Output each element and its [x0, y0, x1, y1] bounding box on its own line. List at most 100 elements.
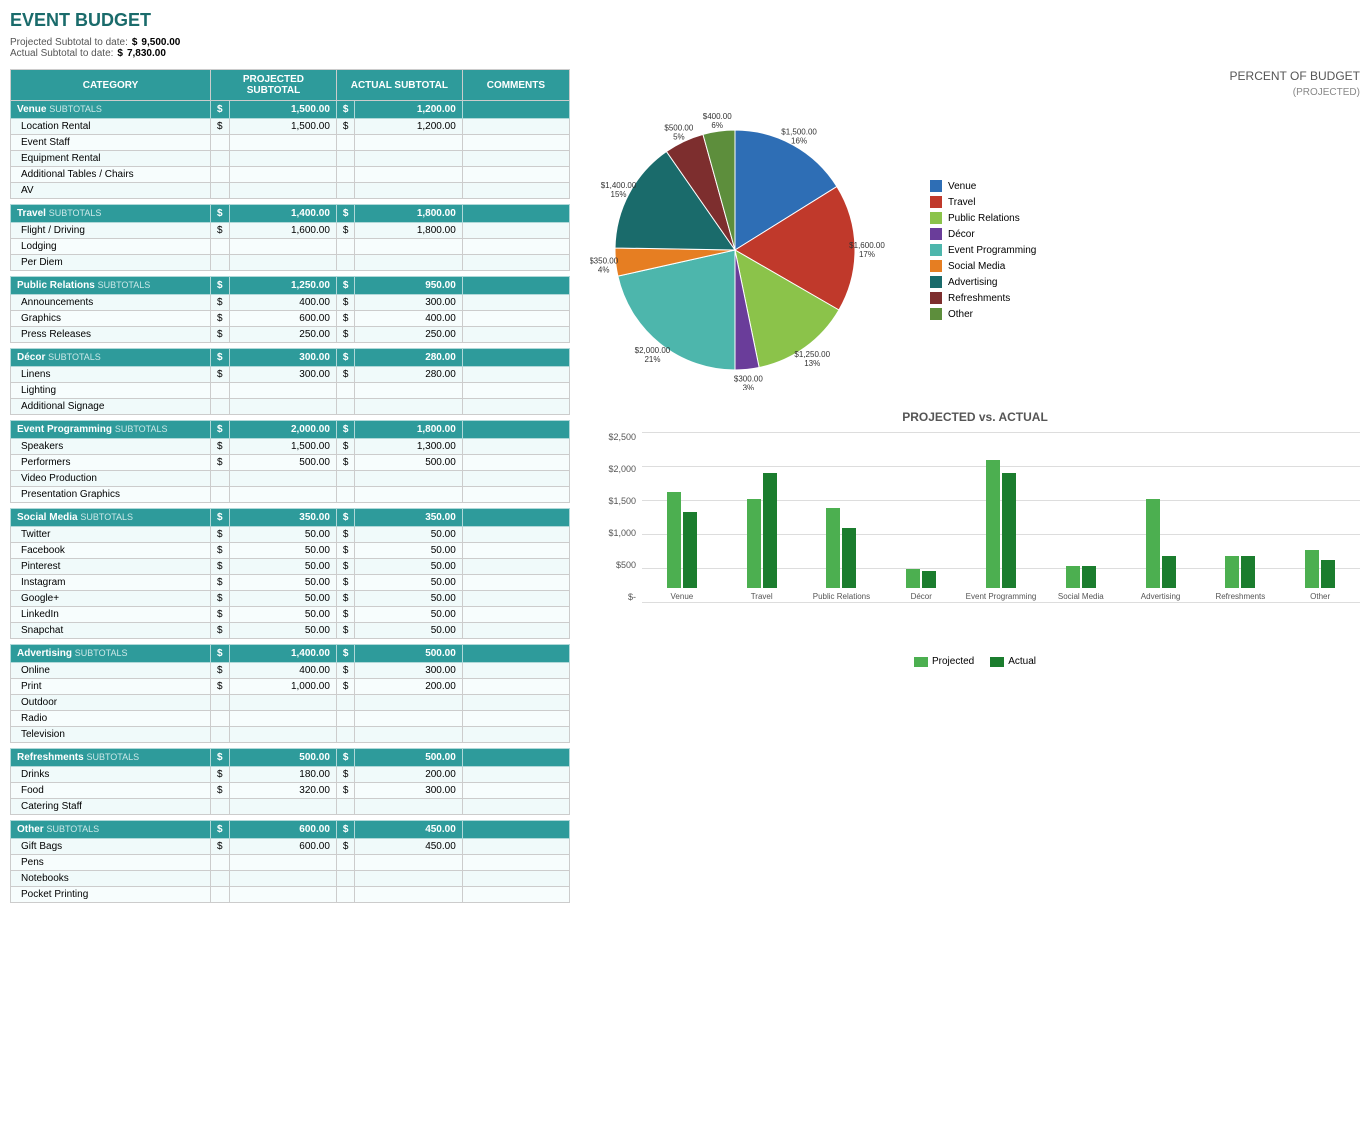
projected-bar	[906, 569, 920, 588]
item-act-dollar	[336, 887, 355, 903]
item-act-dollar: $	[336, 543, 355, 559]
item-proj-val: 1,000.00	[229, 679, 336, 695]
item-proj-val: 50.00	[229, 575, 336, 591]
projected-bar	[1146, 499, 1160, 589]
projected-dollar: $	[132, 37, 138, 48]
item-act-dollar: $	[336, 327, 355, 343]
item-act-dollar: $	[336, 223, 355, 239]
item-comments	[462, 239, 569, 255]
pie-label: $2,000.0021%	[635, 346, 671, 364]
item-act-val: 50.00	[355, 543, 462, 559]
bar-group-label: Advertising	[1121, 592, 1201, 602]
item-comments	[462, 455, 569, 471]
item-act-val	[355, 799, 462, 815]
item-name: Pinterest	[11, 559, 211, 575]
bar-group-label: Refreshments	[1200, 592, 1280, 602]
bar-group: Travel	[722, 432, 802, 602]
item-comments	[462, 887, 569, 903]
item-proj-dollar: $	[211, 527, 230, 543]
item-act-val	[355, 471, 462, 487]
item-act-dollar	[336, 871, 355, 887]
projected-legend-item: Projected	[914, 656, 974, 667]
item-comments	[462, 295, 569, 311]
item-proj-dollar: $	[211, 455, 230, 471]
bar-group: Décor	[881, 432, 961, 602]
item-proj-val: 400.00	[229, 663, 336, 679]
bar-chart-title: PROJECTED vs. ACTUAL	[590, 410, 1360, 424]
main-layout: CATEGORY PROJECTED SUBTOTAL ACTUAL SUBTO…	[10, 69, 1360, 909]
item-proj-dollar: $	[211, 839, 230, 855]
actual-bar	[842, 528, 856, 589]
category-header: CATEGORY	[11, 70, 211, 101]
item-name: Pens	[11, 855, 211, 871]
item-proj-dollar: $	[211, 575, 230, 591]
item-name: Additional Signage	[11, 399, 211, 415]
section-proj-dollar: $	[211, 821, 230, 839]
actual-bar	[1002, 473, 1016, 588]
item-proj-val	[229, 871, 336, 887]
item-proj-dollar: $	[211, 679, 230, 695]
item-comments	[462, 727, 569, 743]
section-comments	[462, 749, 569, 767]
bar-chart-section: PROJECTED vs. ACTUAL $2,500$2,000$1,500$…	[590, 410, 1360, 667]
legend-label: Décor	[948, 229, 975, 240]
item-comments	[462, 439, 569, 455]
section-act-val: 280.00	[355, 349, 462, 367]
pie-label: $350.004%	[590, 256, 619, 274]
item-act-val: 50.00	[355, 607, 462, 623]
item-proj-dollar	[211, 383, 230, 399]
item-act-val	[355, 887, 462, 903]
legend-item: Event Programming	[930, 244, 1036, 256]
item-name: AV	[11, 183, 211, 199]
y-axis-label: $1,000	[608, 528, 636, 538]
legend-label: Public Relations	[948, 213, 1020, 224]
bar-group: Social Media	[1041, 432, 1121, 602]
item-proj-val: 50.00	[229, 607, 336, 623]
item-proj-dollar	[211, 255, 230, 271]
section-proj-dollar: $	[211, 509, 230, 527]
item-act-val	[355, 711, 462, 727]
item-proj-dollar: $	[211, 607, 230, 623]
section-comments	[462, 509, 569, 527]
summary-section: Projected Subtotal to date: $ 9,500.00 A…	[10, 37, 1360, 59]
item-proj-dollar: $	[211, 439, 230, 455]
item-proj-dollar	[211, 887, 230, 903]
item-proj-dollar	[211, 239, 230, 255]
item-name: Presentation Graphics	[11, 487, 211, 503]
item-proj-val: 50.00	[229, 559, 336, 575]
item-act-val	[355, 151, 462, 167]
item-proj-dollar: $	[211, 295, 230, 311]
page-title: EVENT BUDGET	[10, 10, 1360, 31]
item-act-dollar: $	[336, 455, 355, 471]
item-name: Snapchat	[11, 623, 211, 639]
item-comments	[462, 135, 569, 151]
section-comments	[462, 349, 569, 367]
section-act-val: 950.00	[355, 277, 462, 295]
item-proj-val	[229, 255, 336, 271]
item-name: Lighting	[11, 383, 211, 399]
bar-group-label: Social Media	[1041, 592, 1121, 602]
item-name: Graphics	[11, 311, 211, 327]
item-name: Notebooks	[11, 871, 211, 887]
item-comments	[462, 607, 569, 623]
item-act-dollar	[336, 855, 355, 871]
y-axis-label: $1,500	[608, 496, 636, 506]
section-name: Other SUBTOTALS	[11, 821, 211, 839]
actual-bar	[1241, 556, 1255, 588]
legend-label: Other	[948, 309, 973, 320]
item-proj-val: 320.00	[229, 783, 336, 799]
item-name: Equipment Rental	[11, 151, 211, 167]
item-proj-val: 50.00	[229, 591, 336, 607]
legend-item: Public Relations	[930, 212, 1036, 224]
item-name: Announcements	[11, 295, 211, 311]
section-act-dollar: $	[336, 421, 355, 439]
item-act-val: 50.00	[355, 575, 462, 591]
item-name: Twitter	[11, 527, 211, 543]
legend-item: Décor	[930, 228, 1036, 240]
item-name: Press Releases	[11, 327, 211, 343]
item-act-dollar	[336, 695, 355, 711]
actual-bar	[1082, 566, 1096, 588]
item-act-val: 400.00	[355, 311, 462, 327]
item-proj-dollar	[211, 871, 230, 887]
section-act-dollar: $	[336, 509, 355, 527]
